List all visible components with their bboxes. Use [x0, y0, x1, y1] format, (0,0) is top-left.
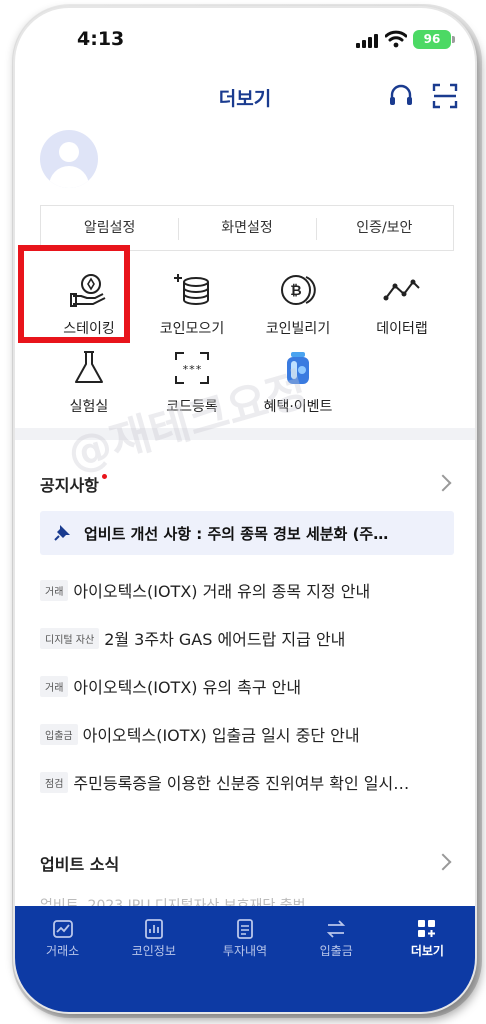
menu-item-events[interactable]: 혜택·이벤트 [248, 348, 348, 416]
pinned-notice[interactable]: 업비트 개선 사항 : 주의 종목 경보 세분화 (주… [40, 511, 454, 555]
notice-item[interactable]: 입출금 아이오텍스(IOTX) 입출금 일시 중단 안내 [40, 722, 454, 746]
notice-text: 주민등록증을 이용한 신분증 진위여부 확인 일시… [73, 774, 410, 793]
menu-item-coin-savings[interactable]: 코인모으기 [142, 270, 242, 338]
menu-label: 코드등록 [166, 399, 218, 415]
bottom-nav: 거래소 코인정보 투자내역 입출금 더보기 [15, 906, 475, 1012]
menu-label: 코인모으기 [159, 321, 225, 337]
menu-item-coin-lending[interactable]: ₿ 코인빌리기 [248, 270, 348, 338]
notices-chevron-icon[interactable] [434, 474, 452, 492]
menu-item-datalab[interactable]: 데이터랩 [352, 270, 452, 338]
notice-tag: 입출금 [40, 723, 78, 745]
menu-label: 실험실 [69, 399, 109, 415]
notice-tag: 거래 [40, 675, 69, 697]
svg-text:₿: ₿ [290, 283, 301, 299]
nav-more[interactable]: 더보기 [382, 906, 473, 1012]
headset-icon[interactable] [387, 82, 415, 110]
qr-scan-icon[interactable] [431, 82, 459, 110]
nav-investments[interactable]: 투자내역 [199, 906, 290, 1012]
notice-text: 2월 3주차 GAS 에어드랍 지급 안내 [104, 630, 346, 649]
pinned-notice-text: 업비트 개선 사항 : 주의 종목 경보 세분화 (주… [84, 525, 389, 543]
avatar[interactable] [40, 130, 98, 188]
battery-indicator: 96 [413, 30, 455, 49]
notice-item[interactable]: 디지털 자산 2월 3주차 GAS 에어드랍 지급 안내 [40, 626, 454, 650]
notice-item[interactable]: 거래 아이오텍스(IOTX) 거래 유의 종목 지정 안내 [40, 578, 454, 602]
gift-jar-icon [287, 352, 309, 384]
status-bar: 4:13 96 [15, 8, 475, 70]
menu-label: 코인빌리기 [265, 321, 331, 337]
wifi-icon [385, 30, 407, 48]
notice-tag: 거래 [40, 579, 69, 601]
notice-text: 아이오텍스(IOTX) 유의 촉구 안내 [73, 678, 302, 697]
tab-display-settings[interactable]: 화면설정 [178, 206, 315, 250]
exchange-chart-icon [52, 920, 73, 938]
nav-deposit-withdraw[interactable]: 입출금 [291, 906, 382, 1012]
news-title[interactable]: 업비트 소식 [40, 851, 119, 875]
phone-screen: 4:13 96 더보기 알림설정 화면설정 인증/보안 스테이킹 코인모으기 ₿… [15, 8, 475, 1012]
notice-tag: 점검 [40, 771, 69, 793]
menu-label: 혜택·이벤트 [263, 399, 333, 415]
nav-coin-info[interactable]: 코인정보 [108, 906, 199, 1012]
more-grid-icon [418, 920, 436, 937]
notice-text: 아이오텍스(IOTX) 거래 유의 종목 지정 안내 [73, 582, 371, 601]
notice-item[interactable]: 점검 주민등록증을 이용한 신분증 진위여부 확인 일시… [40, 770, 454, 794]
notices-title[interactable]: 공지사항 [40, 472, 107, 496]
tab-auth-security[interactable]: 인증/보안 [315, 206, 453, 250]
bitcoin-coin-icon: ₿ [281, 275, 316, 305]
notice-tag: 디지털 자산 [40, 627, 100, 649]
notice-item[interactable]: 거래 아이오텍스(IOTX) 유의 촉구 안내 [40, 674, 454, 698]
header: 더보기 [15, 70, 475, 126]
highlight-annotation [18, 245, 130, 343]
new-badge-dot [101, 474, 107, 479]
menu-label: 데이터랩 [376, 321, 428, 337]
menu-item-lab[interactable]: 실험실 [39, 348, 139, 416]
coin-stack-plus-icon [174, 274, 209, 305]
signal-icon [356, 34, 378, 48]
code-scan-icon: *** [175, 352, 209, 384]
section-divider [15, 428, 475, 440]
menu-item-code-register[interactable]: *** 코드등록 [142, 348, 242, 416]
tab-notification-settings[interactable]: 알림설정 [41, 206, 178, 250]
status-time: 4:13 [77, 28, 125, 50]
nav-exchange[interactable]: 거래소 [17, 906, 108, 1012]
coin-info-icon [144, 919, 163, 939]
notice-text: 아이오텍스(IOTX) 입출금 일시 중단 안내 [82, 726, 360, 745]
document-icon [237, 919, 253, 939]
pin-icon [54, 525, 70, 541]
line-chart-icon [383, 279, 420, 301]
flask-icon [75, 351, 103, 383]
svg-text:***: *** [182, 363, 202, 376]
news-chevron-icon[interactable] [434, 853, 452, 871]
transfer-arrows-icon [327, 920, 346, 938]
